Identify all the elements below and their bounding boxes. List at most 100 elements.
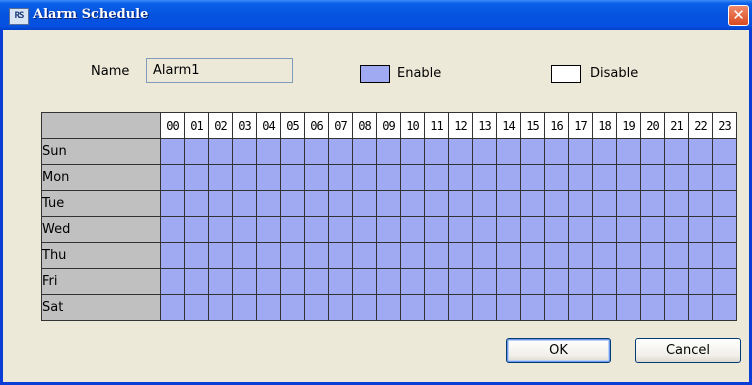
- schedule-cell[interactable]: [328, 294, 353, 321]
- schedule-cell[interactable]: [616, 294, 641, 321]
- hour-header-00[interactable]: 00: [160, 112, 185, 139]
- schedule-cell[interactable]: [352, 242, 377, 269]
- schedule-cell[interactable]: [328, 190, 353, 217]
- close-button[interactable]: ✕: [728, 5, 749, 26]
- schedule-cell[interactable]: [448, 242, 473, 269]
- schedule-cell[interactable]: [448, 294, 473, 321]
- schedule-cell[interactable]: [184, 164, 209, 191]
- schedule-cell[interactable]: [496, 164, 521, 191]
- schedule-cell[interactable]: [304, 216, 329, 243]
- schedule-cell[interactable]: [328, 268, 353, 295]
- schedule-cell[interactable]: [520, 216, 545, 243]
- schedule-cell[interactable]: [400, 216, 425, 243]
- schedule-cell[interactable]: [280, 268, 305, 295]
- schedule-cell[interactable]: [616, 216, 641, 243]
- hour-header-17[interactable]: 17: [568, 112, 593, 139]
- ok-button[interactable]: OK: [506, 338, 611, 363]
- schedule-cell[interactable]: [352, 216, 377, 243]
- hour-header-21[interactable]: 21: [664, 112, 689, 139]
- schedule-cell[interactable]: [568, 216, 593, 243]
- hour-header-07[interactable]: 07: [328, 112, 353, 139]
- schedule-cell[interactable]: [496, 138, 521, 165]
- hour-header-10[interactable]: 10: [400, 112, 425, 139]
- schedule-cell[interactable]: [664, 242, 689, 269]
- hour-header-18[interactable]: 18: [592, 112, 617, 139]
- schedule-cell[interactable]: [592, 294, 617, 321]
- schedule-cell[interactable]: [592, 164, 617, 191]
- hour-header-13[interactable]: 13: [472, 112, 497, 139]
- schedule-cell[interactable]: [352, 294, 377, 321]
- schedule-cell[interactable]: [616, 164, 641, 191]
- schedule-cell[interactable]: [568, 242, 593, 269]
- schedule-cell[interactable]: [688, 164, 713, 191]
- title-bar[interactable]: RS Alarm Schedule ✕: [0, 0, 752, 30]
- schedule-cell[interactable]: [184, 190, 209, 217]
- schedule-cell[interactable]: [640, 294, 665, 321]
- schedule-cell[interactable]: [592, 190, 617, 217]
- schedule-cell[interactable]: [208, 242, 233, 269]
- schedule-cell[interactable]: [304, 268, 329, 295]
- schedule-cell[interactable]: [640, 138, 665, 165]
- schedule-cell[interactable]: [304, 138, 329, 165]
- schedule-cell[interactable]: [448, 216, 473, 243]
- schedule-cell[interactable]: [304, 164, 329, 191]
- schedule-cell[interactable]: [640, 164, 665, 191]
- schedule-cell[interactable]: [232, 294, 257, 321]
- schedule-cell[interactable]: [424, 190, 449, 217]
- schedule-cell[interactable]: [280, 294, 305, 321]
- schedule-cell[interactable]: [616, 138, 641, 165]
- schedule-cell[interactable]: [448, 268, 473, 295]
- schedule-cell[interactable]: [232, 268, 257, 295]
- cancel-button[interactable]: Cancel: [635, 338, 741, 363]
- schedule-cell[interactable]: [712, 294, 737, 321]
- schedule-cell[interactable]: [376, 138, 401, 165]
- schedule-cell[interactable]: [184, 268, 209, 295]
- schedule-cell[interactable]: [208, 138, 233, 165]
- schedule-cell[interactable]: [232, 164, 257, 191]
- schedule-cell[interactable]: [712, 138, 737, 165]
- hour-header-08[interactable]: 08: [352, 112, 377, 139]
- day-label-fri[interactable]: Fri: [41, 268, 161, 295]
- schedule-cell[interactable]: [520, 294, 545, 321]
- schedule-cell[interactable]: [184, 138, 209, 165]
- schedule-cell[interactable]: [616, 190, 641, 217]
- schedule-cell[interactable]: [376, 242, 401, 269]
- schedule-cell[interactable]: [640, 216, 665, 243]
- schedule-cell[interactable]: [712, 190, 737, 217]
- schedule-cell[interactable]: [400, 268, 425, 295]
- schedule-cell[interactable]: [256, 138, 281, 165]
- schedule-cell[interactable]: [664, 138, 689, 165]
- schedule-cell[interactable]: [376, 268, 401, 295]
- hour-header-12[interactable]: 12: [448, 112, 473, 139]
- schedule-cell[interactable]: [544, 190, 569, 217]
- schedule-cell[interactable]: [352, 164, 377, 191]
- schedule-cell[interactable]: [592, 242, 617, 269]
- schedule-cell[interactable]: [544, 164, 569, 191]
- schedule-cell[interactable]: [328, 138, 353, 165]
- schedule-cell[interactable]: [328, 242, 353, 269]
- schedule-cell[interactable]: [424, 294, 449, 321]
- hour-header-05[interactable]: 05: [280, 112, 305, 139]
- schedule-cell[interactable]: [496, 242, 521, 269]
- schedule-cell[interactable]: [712, 216, 737, 243]
- schedule-cell[interactable]: [472, 216, 497, 243]
- day-label-sun[interactable]: Sun: [41, 138, 161, 165]
- schedule-cell[interactable]: [472, 268, 497, 295]
- schedule-cell[interactable]: [544, 294, 569, 321]
- schedule-cell[interactable]: [208, 164, 233, 191]
- schedule-cell[interactable]: [544, 138, 569, 165]
- schedule-cell[interactable]: [544, 216, 569, 243]
- hour-header-15[interactable]: 15: [520, 112, 545, 139]
- schedule-cell[interactable]: [304, 190, 329, 217]
- schedule-cell[interactable]: [688, 242, 713, 269]
- schedule-cell[interactable]: [376, 294, 401, 321]
- schedule-cell[interactable]: [376, 216, 401, 243]
- schedule-cell[interactable]: [208, 268, 233, 295]
- schedule-cell[interactable]: [400, 190, 425, 217]
- schedule-cell[interactable]: [448, 190, 473, 217]
- schedule-cell[interactable]: [400, 138, 425, 165]
- schedule-cell[interactable]: [520, 242, 545, 269]
- schedule-cell[interactable]: [376, 190, 401, 217]
- schedule-cell[interactable]: [592, 216, 617, 243]
- schedule-cell[interactable]: [424, 138, 449, 165]
